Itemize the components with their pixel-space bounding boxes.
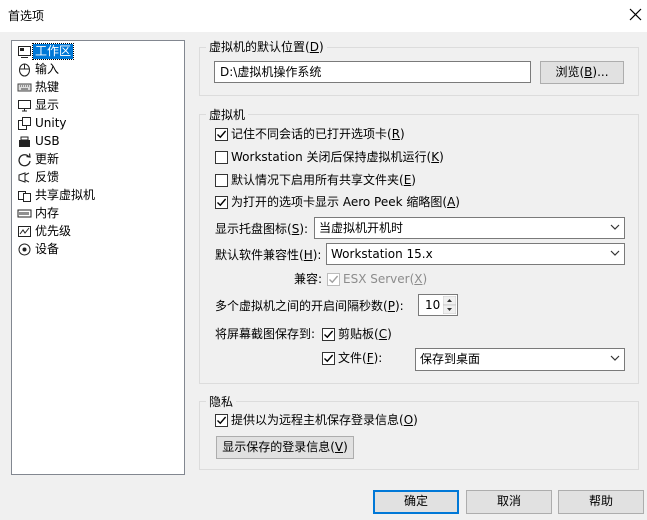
nav-item-label: 更新 (35, 152, 60, 166)
save-login-label[interactable]: 提供以为远程主机保存登录信息(O) (231, 413, 418, 428)
esx-server-label: ESX Server(X) (343, 272, 428, 286)
nav-item[interactable]: 设备 (14, 241, 184, 258)
compat-label: 默认软件兼容性(H): (215, 248, 322, 262)
keyboard-icon (17, 83, 32, 92)
category-list[interactable]: 工作区输入热键显示 Unity USB 更新反馈共享虚拟机内存优先级设备 (11, 40, 185, 475)
privacy-group-title: 隐私 (206, 395, 237, 409)
nav-item-label: 优先级 (35, 224, 72, 238)
spin-arrows-icon[interactable] (443, 296, 456, 314)
nav-item-label: 热键 (35, 80, 60, 94)
nav-item[interactable]: 热键 (14, 79, 184, 96)
nav-item-label: 内存 (35, 206, 60, 220)
screenshot-to-label: 将屏幕截图保存到: (215, 327, 316, 341)
enable-shared-folders-checkbox[interactable] (215, 174, 228, 187)
feedback-icon (18, 172, 30, 183)
startup-interval-stepper[interactable]: 10 (418, 294, 458, 316)
workspace-icon (18, 46, 31, 58)
nav-item-label: 设备 (35, 242, 60, 256)
nav-item[interactable]: USB (14, 133, 184, 150)
nav-item[interactable]: 更新 (14, 151, 184, 168)
unity-icon (18, 117, 31, 130)
keep-running-checkbox[interactable] (215, 151, 228, 164)
usb-icon (19, 136, 30, 147)
show-saved-login-button[interactable]: 显示保存的登录信息(V) (216, 436, 354, 459)
memory-icon (17, 209, 32, 218)
startup-interval-label: 多个虚拟机之间的开启间隔秒数(P): (215, 299, 404, 313)
compat-select[interactable]: Workstation 15.x (326, 243, 625, 265)
monitor-icon (18, 100, 31, 112)
file-destination-select[interactable]: 保存到桌面 (415, 348, 625, 371)
nav-item-label: 输入 (35, 62, 60, 76)
shared-vm-icon (18, 191, 31, 202)
nav-item[interactable]: 显示 (14, 97, 184, 114)
tray-icon-label: 显示托盘图标(S): (215, 222, 309, 236)
startup-interval-value: 10 (425, 298, 441, 312)
default-location-title: 虚拟机的默认位置(D) (206, 40, 327, 54)
keep-running-label[interactable]: Workstation 关闭后保持虚拟机运行(K) (231, 150, 444, 165)
title-bar: 首选项 (0, 0, 647, 32)
nav-item-label: 显示 (35, 98, 60, 112)
nav-item[interactable]: 优先级 (14, 223, 184, 240)
browse-button[interactable]: 浏览(B)... (540, 61, 624, 84)
priority-icon (18, 226, 31, 237)
esx-server-checkbox (327, 273, 340, 286)
ok-button[interactable]: 确定 (373, 490, 459, 514)
aero-peek-label[interactable]: 为打开的选项卡显示 Aero Peek 缩略图(A) (231, 195, 460, 210)
nav-item-label: USB (35, 134, 60, 148)
remember-tabs-checkbox[interactable] (215, 128, 228, 141)
nav-item-label: 共享虚拟机 (35, 188, 96, 202)
cancel-button[interactable]: 取消 (466, 490, 552, 514)
file-label[interactable]: 文件(F): (338, 351, 382, 366)
nav-item[interactable]: 共享虚拟机 (14, 187, 184, 204)
nav-item-label: 工作区 (31, 43, 75, 60)
chevron-down-icon (610, 224, 620, 230)
compatible-label: 兼容: (294, 272, 323, 286)
enable-shared-folders-label[interactable]: 默认情况下启用所有共享文件夹(E) (231, 173, 416, 188)
help-button[interactable]: 帮助 (558, 490, 644, 514)
update-icon (18, 153, 31, 167)
nav-item[interactable]: 内存 (14, 205, 184, 222)
save-login-checkbox[interactable] (215, 414, 228, 427)
clipboard-checkbox[interactable] (322, 328, 335, 341)
remember-tabs-label[interactable]: 记住不同会话的已打开选项卡(R) (231, 127, 405, 142)
nav-item-label: 反馈 (35, 170, 60, 184)
nav-item[interactable]: 反馈 (14, 169, 184, 186)
nav-item[interactable]: Unity (14, 115, 184, 132)
nav-item[interactable]: 输入 (14, 61, 184, 78)
nav-item[interactable]: 工作区 (14, 43, 184, 60)
window-title: 首选项 (8, 9, 45, 23)
mouse-icon (19, 63, 30, 77)
close-icon[interactable] (626, 6, 646, 24)
chevron-down-icon (610, 250, 620, 256)
file-checkbox[interactable] (322, 352, 335, 365)
device-icon (18, 243, 31, 256)
chevron-down-icon (610, 355, 620, 361)
aero-peek-checkbox[interactable] (215, 196, 228, 209)
default-location-input[interactable]: D:\虚拟机操作系统 (214, 61, 531, 83)
nav-item-label: Unity (35, 116, 67, 130)
tray-icon-select[interactable]: 当虚拟机开机时 (314, 217, 625, 239)
vm-group-title: 虚拟机 (206, 108, 249, 122)
clipboard-label[interactable]: 剪贴板(C) (338, 327, 392, 342)
